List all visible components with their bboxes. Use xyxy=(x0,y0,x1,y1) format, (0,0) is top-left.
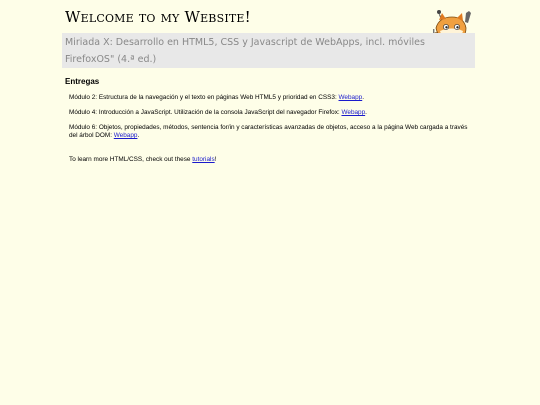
list-item: Módulo 2: Estructura de la navegación y … xyxy=(69,94,474,102)
page: Welcome to my Website! Miriada X: Desarr… xyxy=(0,0,540,405)
webapp-link[interactable]: Webapp xyxy=(339,94,363,101)
item-suffix: . xyxy=(362,94,364,101)
list-item: Módulo 4: Introducción a JavaScript. Uti… xyxy=(69,109,474,117)
item-text: Módulo 2: Estructura de la navegación y … xyxy=(69,94,337,101)
site-title: Welcome to my Website! xyxy=(65,8,251,26)
learn-more-text: To learn more HTML/CSS, check out these … xyxy=(69,156,216,164)
list-item: Módulo 6: Objetos, propiedades, métodos,… xyxy=(69,124,474,140)
deliverables-list: Módulo 2: Estructura de la navegación y … xyxy=(69,94,474,147)
learn-more-suffix: ! xyxy=(214,156,217,163)
tutorials-link[interactable]: tutorials xyxy=(192,156,214,163)
webapp-link[interactable]: Webapp xyxy=(341,109,365,116)
page-subtitle: Miriada X: Desarrollo en HTML5, CSS y Ja… xyxy=(62,33,475,68)
item-suffix: . xyxy=(137,132,140,139)
section-heading: Entregas xyxy=(65,77,100,86)
webapp-link[interactable]: Webapp xyxy=(114,132,138,139)
item-suffix: . xyxy=(365,109,367,116)
item-text: Módulo 4: Introducción a JavaScript. Uti… xyxy=(69,109,340,116)
learn-more-label: To learn more HTML/CSS, check out these xyxy=(69,156,191,163)
